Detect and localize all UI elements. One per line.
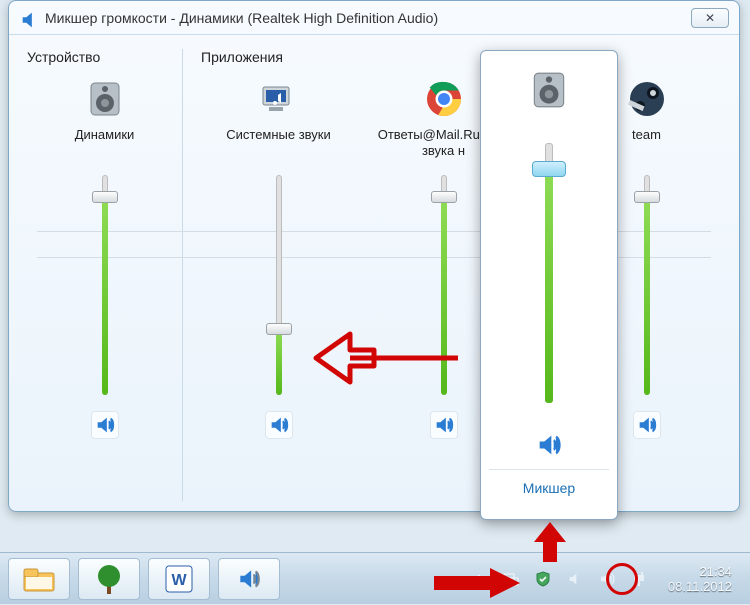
app-mute-button[interactable] (265, 411, 293, 439)
clock-date: 08.11.2012 (668, 579, 732, 594)
device-heading: Устройство (27, 49, 182, 65)
taskbar-clock[interactable]: 21:34 08.11.2012 (662, 564, 740, 594)
chrome-icon[interactable] (424, 79, 464, 119)
annotation-arrow-left (310, 328, 460, 393)
app-label: team (632, 127, 661, 161)
device-speaker-icon[interactable] (85, 79, 125, 119)
flyout-volume-slider[interactable] (537, 143, 561, 403)
mixer-content: Устройство Динамики Приложения (9, 35, 739, 511)
device-channel: Динамики (27, 75, 182, 439)
app-label: Системные звуки (226, 127, 331, 161)
flyout-divider (489, 469, 609, 470)
tray-sound-icon[interactable] (566, 570, 584, 588)
app-volume-slider[interactable] (269, 175, 289, 395)
app-mute-button[interactable] (633, 411, 661, 439)
device-label: Динамики (75, 127, 135, 161)
system-sounds-icon[interactable] (259, 79, 299, 119)
app-volume-slider[interactable] (637, 175, 657, 395)
device-mute-button[interactable] (91, 411, 119, 439)
mixer-link[interactable]: Микшер (523, 480, 575, 496)
svg-text:W: W (171, 572, 187, 589)
close-button[interactable]: ✕ (691, 8, 729, 28)
task-item-explorer[interactable] (8, 558, 70, 600)
speaker-icon (19, 9, 37, 27)
applications-panel: Приложения Системные звуки (183, 49, 724, 501)
task-item-volume[interactable] (218, 558, 280, 600)
apps-heading: Приложения (201, 49, 724, 65)
volume-flyout: Микшер (480, 50, 618, 520)
flyout-speaker-icon[interactable] (528, 69, 570, 111)
task-item-word[interactable]: W (148, 558, 210, 600)
tray-defender-icon[interactable] (534, 570, 552, 588)
annotation-arrow-right (432, 566, 522, 605)
annotation-circle (606, 563, 638, 595)
flyout-mute-button[interactable] (535, 431, 563, 459)
task-item-tree[interactable] (78, 558, 140, 600)
titlebar[interactable]: Микшер громкости - Динамики (Realtek Hig… (9, 1, 739, 35)
device-volume-slider[interactable] (95, 175, 115, 395)
annotation-arrow-up (530, 520, 570, 569)
taskbar: W 21:34 08.11.2012 (0, 552, 750, 604)
device-panel: Устройство Динамики (27, 49, 183, 501)
clock-time: 21:34 (668, 564, 732, 579)
volume-mixer-window: Микшер громкости - Динамики (Realtek Hig… (8, 0, 740, 512)
window-title: Микшер громкости - Динамики (Realtek Hig… (45, 10, 691, 26)
steam-icon[interactable] (627, 79, 667, 119)
app-mute-button[interactable] (430, 411, 458, 439)
